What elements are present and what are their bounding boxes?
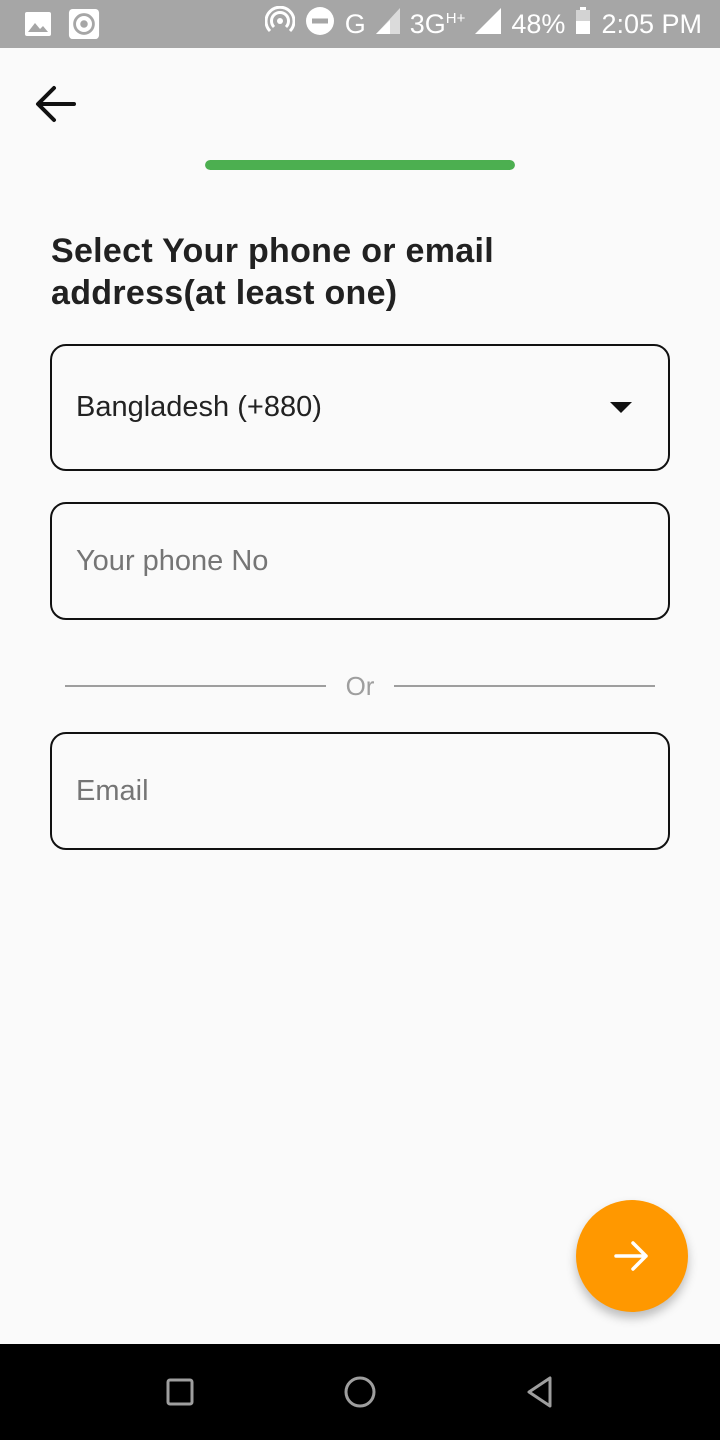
clock: 2:05 PM: [601, 8, 702, 39]
dropdown-caret-icon: [610, 402, 632, 413]
divider-line-left: [65, 685, 326, 687]
arrow-right-icon: [614, 1241, 648, 1271]
dnd-icon: [305, 6, 335, 43]
recent-apps-button[interactable]: [156, 1368, 204, 1416]
signal-icon-3g: [475, 7, 502, 41]
country-code-dropdown[interactable]: Bangladesh (+880): [50, 344, 670, 471]
network-3g-label: 3GH+: [409, 8, 466, 39]
or-divider: Or: [65, 668, 656, 704]
progress-fill: [205, 160, 515, 170]
back-button[interactable]: [28, 80, 84, 128]
battery-percent: 48%: [511, 8, 566, 39]
system-back-button[interactable]: [516, 1368, 564, 1416]
hotspot-icon: [264, 5, 296, 43]
progress-bar: [205, 160, 515, 170]
next-button[interactable]: [576, 1200, 688, 1312]
phone-field: [50, 502, 670, 620]
system-nav-bar: [0, 1344, 720, 1440]
phone-input[interactable]: [76, 544, 644, 578]
record-icon: [68, 8, 100, 40]
country-code-value: Bangladesh (+880): [76, 391, 322, 423]
divider-label: Or: [345, 670, 375, 701]
image-icon: [22, 8, 54, 40]
screen: G 3GH+ 48% 2:05 PM Select Your phone or …: [0, 0, 720, 1440]
status-bar: G 3GH+ 48% 2:05 PM: [0, 0, 720, 48]
email-input[interactable]: [76, 774, 644, 808]
back-icon: [527, 1376, 552, 1408]
home-icon: [344, 1376, 376, 1408]
signal-icon: [375, 7, 400, 41]
arrow-left-icon: [36, 86, 76, 122]
email-field: [50, 732, 670, 850]
network-g-label: G: [344, 8, 366, 39]
page-title: Select Your phone or email address(at le…: [51, 232, 494, 312]
divider-line-right: [394, 685, 656, 687]
recent-apps-icon: [166, 1378, 194, 1406]
battery-icon: [575, 6, 591, 42]
home-button[interactable]: [336, 1368, 384, 1416]
